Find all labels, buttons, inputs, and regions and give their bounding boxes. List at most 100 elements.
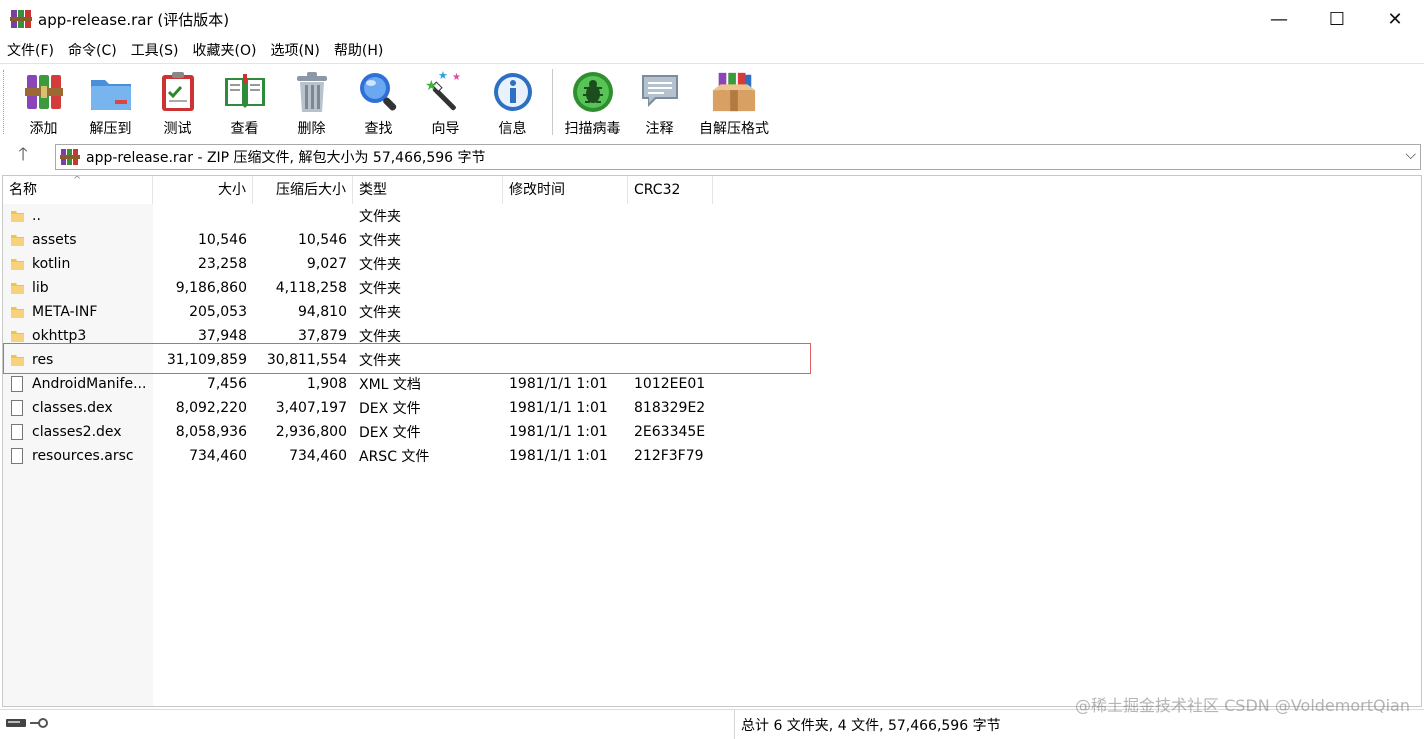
scan-virus-button[interactable]: 扫描病毒: [559, 64, 626, 140]
address-text: app-release.rar - ZIP 压缩文件, 解包大小为 57,466…: [86, 150, 486, 166]
sfx-button[interactable]: 自解压格式: [693, 64, 775, 140]
comment-label: 注释: [645, 121, 674, 137]
scan-virus-icon: [570, 69, 616, 115]
cell-packed: 4,118,258: [275, 280, 347, 296]
table-row[interactable]: classes2.dex 8,058,936 2,936,800 DEX 文件 1981…: [3, 420, 1421, 444]
title-bar: app-release.rar (评估版本) — ☐ ✕: [0, 0, 1424, 38]
cell-modified: 1981/1/1 1:01: [509, 376, 608, 392]
test-label: 测试: [163, 121, 192, 137]
sort-asc-icon: ^: [73, 175, 82, 186]
table-row[interactable]: assets 10,546 10,546 文件夹: [3, 228, 1421, 252]
close-button[interactable]: ✕: [1366, 0, 1424, 38]
test-button[interactable]: 测试: [144, 64, 211, 140]
winrar-app-icon: [10, 9, 32, 29]
table-row[interactable]: .. 文件夹: [3, 204, 1421, 228]
header-name[interactable]: 名称 ^: [3, 176, 153, 204]
cell-type: DEX 文件: [359, 401, 421, 417]
cell-size: 8,058,936: [175, 424, 247, 440]
cell-modified: 1981/1/1 1:01: [509, 424, 608, 440]
cell-name: kotlin: [3, 256, 153, 272]
highlight-box: [3, 343, 811, 374]
menu-file[interactable]: 文件(F): [7, 40, 54, 60]
table-row[interactable]: lib 9,186,860 4,118,258 文件夹: [3, 276, 1421, 300]
delete-button[interactable]: 删除: [278, 64, 345, 140]
header-size[interactable]: 大小: [153, 176, 253, 204]
cell-name: classes2.dex: [3, 424, 153, 440]
file-list[interactable]: 名称 ^ 大小 压缩后大小 类型 修改时间 CRC32 .. 文件夹 assets 1…: [2, 175, 1422, 707]
header-packed[interactable]: 压缩后大小: [253, 176, 353, 204]
cell-size: 10,546: [198, 232, 247, 248]
delete-label: 删除: [297, 121, 326, 137]
cell-packed: 3,407,197: [275, 400, 347, 416]
delete-icon: [289, 69, 335, 115]
comment-button[interactable]: 注释: [626, 64, 693, 140]
address-bar[interactable]: app-release.rar - ZIP 压缩文件, 解包大小为 57,466…: [55, 144, 1421, 170]
minimize-button[interactable]: —: [1250, 0, 1308, 38]
cell-modified: 1981/1/1 1:01: [509, 448, 608, 464]
find-button[interactable]: 查找: [345, 64, 412, 140]
cell-name: resources.arsc: [3, 448, 153, 464]
wizard-button[interactable]: ★ ★ ★ 向导: [412, 64, 479, 140]
cell-crc: 1012EE01: [634, 376, 706, 392]
add-archive-icon: [21, 69, 67, 115]
view-label: 查看: [230, 121, 259, 137]
svg-text:★: ★: [438, 70, 448, 82]
file-name: classes.dex: [32, 400, 113, 416]
add-button[interactable]: 添加: [10, 64, 77, 140]
cell-packed: 94,810: [298, 304, 347, 320]
chevron-down-icon[interactable]: ⌵: [1405, 147, 1416, 163]
folder-icon: [11, 330, 24, 342]
cell-size: 23,258: [198, 256, 247, 272]
cell-type: 文件夹: [359, 233, 401, 249]
table-row[interactable]: classes.dex 8,092,220 3,407,197 DEX 文件 1981/…: [3, 396, 1421, 420]
up-folder-button[interactable]: 🡑: [0, 142, 46, 172]
header-name-label: 名称: [9, 182, 37, 198]
cell-size: 9,186,860: [175, 280, 247, 296]
folder-icon: [11, 210, 24, 222]
cell-crc: 212F3F79: [634, 448, 704, 464]
header-modified[interactable]: 修改时间: [503, 176, 628, 204]
cell-name: classes.dex: [3, 400, 153, 416]
svg-text:★: ★: [425, 78, 438, 94]
cell-name: META-INF: [3, 304, 153, 320]
cell-crc: 818329E2: [634, 400, 706, 416]
cell-packed: 9,027: [306, 256, 347, 272]
cell-type: ARSC 文件: [359, 449, 430, 465]
file-icon: [11, 376, 23, 392]
archive-icon: [60, 148, 80, 166]
status-summary: 总计 6 文件夹, 4 文件, 57,466,596 字节: [741, 717, 1001, 734]
menu-tools[interactable]: 工具(S): [131, 40, 179, 60]
folder-icon: [11, 306, 24, 318]
table-row[interactable]: kotlin 23,258 9,027 文件夹: [3, 252, 1421, 276]
toolbar-grip[interactable]: [3, 70, 6, 134]
header-crc[interactable]: CRC32: [628, 176, 713, 204]
find-icon: [356, 69, 402, 115]
table-row[interactable]: AndroidManife... 7,456 1,908 XML 文档 1981/1/1…: [3, 372, 1421, 396]
wizard-label: 向导: [431, 121, 460, 137]
header-type[interactable]: 类型: [353, 176, 503, 204]
info-button[interactable]: 信息: [479, 64, 546, 140]
status-left: [0, 709, 735, 739]
menu-favorites[interactable]: 收藏夹(O): [193, 40, 257, 60]
scan-virus-label: 扫描病毒: [564, 121, 621, 137]
extract-to-button[interactable]: 解压到: [77, 64, 144, 140]
file-name: assets: [32, 232, 77, 248]
menu-bar: 文件(F) 命令(C) 工具(S) 收藏夹(O) 选项(N) 帮助(H): [0, 38, 1424, 62]
drive-icon: [6, 717, 26, 733]
menu-help[interactable]: 帮助(H): [334, 40, 383, 60]
menu-options[interactable]: 选项(N): [270, 40, 319, 60]
menu-commands[interactable]: 命令(C): [68, 40, 117, 60]
table-row[interactable]: resources.arsc 734,460 734,460 ARSC 文件 1981/…: [3, 444, 1421, 468]
cell-modified: 1981/1/1 1:01: [509, 400, 608, 416]
toolbar-separator: [552, 69, 553, 135]
svg-text:★: ★: [452, 72, 461, 83]
cell-name: ..: [3, 208, 153, 224]
toolbar: 添加 解压到 测试 查看 删除 查找 ★ ★ ★ 向导 信息 扫描病毒 注释 自…: [0, 63, 1424, 139]
maximize-button[interactable]: ☐: [1308, 0, 1366, 38]
table-row[interactable]: META-INF 205,053 94,810 文件夹: [3, 300, 1421, 324]
cell-packed: 37,879: [298, 328, 347, 344]
watermark: @稀土掘金技术社区 CSDN @VoldemortQian: [1075, 696, 1410, 715]
cell-packed: 2,936,800: [275, 424, 347, 440]
cell-size: 8,092,220: [175, 400, 247, 416]
view-button[interactable]: 查看: [211, 64, 278, 140]
